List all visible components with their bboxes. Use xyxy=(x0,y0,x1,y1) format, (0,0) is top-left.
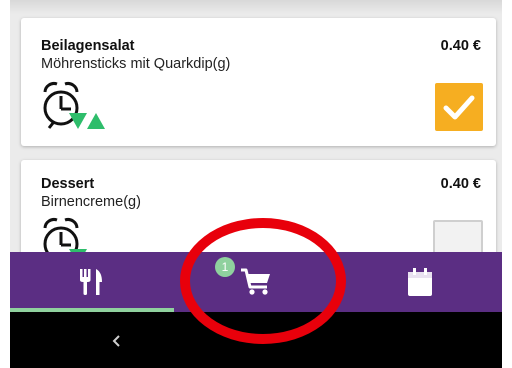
alarm-clock-icon xyxy=(43,82,105,129)
checkmark-icon xyxy=(443,95,475,120)
item-checkbox-checked[interactable] xyxy=(435,83,483,131)
item-description: Möhrensticks mit Quarkdip(g) xyxy=(41,56,231,72)
item-price: 0.40 € xyxy=(440,38,481,54)
nav-tab-menu[interactable] xyxy=(10,252,174,312)
item-description: Birnencreme(g) xyxy=(41,194,141,210)
item-price: 0.40 € xyxy=(440,176,481,192)
item-title: Beilagensalat xyxy=(41,38,135,54)
nav-tab-calendar[interactable] xyxy=(338,252,502,312)
fork-knife-icon xyxy=(80,269,102,295)
back-icon xyxy=(112,335,120,347)
calendar-icon xyxy=(408,268,432,296)
annotation-circle xyxy=(180,218,346,344)
menu-item-card[interactable]: Beilagensalat Möhrensticks mit Quarkdip(… xyxy=(21,18,496,146)
back-button[interactable] xyxy=(102,328,132,354)
previous-card-edge xyxy=(10,0,502,14)
item-title: Dessert xyxy=(41,176,95,192)
